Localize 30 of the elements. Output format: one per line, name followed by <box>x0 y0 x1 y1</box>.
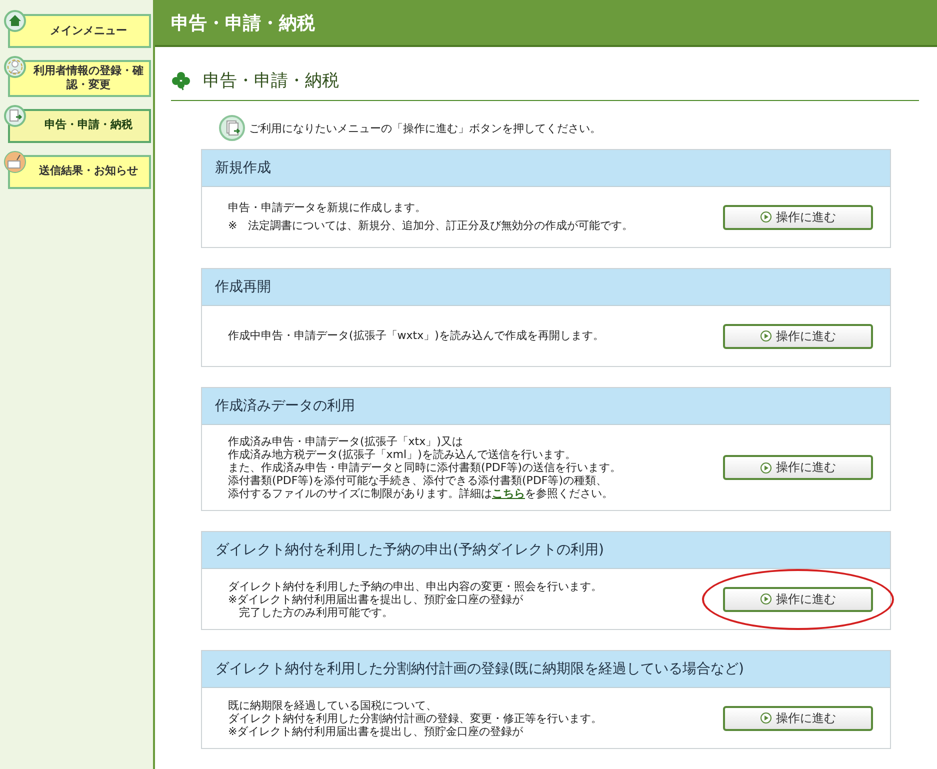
page-title: 申告・申請・納税 <box>203 70 339 92</box>
sidebar-item-icon <box>4 150 26 173</box>
section-title: ダイレクト納付を利用した予納の申出(予納ダイレクトの利用) <box>215 541 604 559</box>
section-description: ダイレクト納付を利用した予納の申出、申出内容の変更・照会を行います。 ※ダイレクト納付利用届出書を提出し、預貯金口座の登録が 完了した方のみ利用可能です。 <box>228 580 602 618</box>
play-icon <box>760 211 772 223</box>
section-description: 作成中申告・申請データ(拡張子「wxtx」)を読み込んで作成を再開します。 <box>228 328 604 344</box>
section-title: 作成済みデータの利用 <box>215 397 355 415</box>
proceed-button[interactable]: 操作に進む <box>723 706 873 730</box>
section-title: 新規作成 <box>215 159 271 177</box>
play-icon <box>760 712 772 724</box>
section-title: ダイレクト納付を利用した分割納付計画の登録(既に納期限を経過している場合など) <box>215 660 744 678</box>
section-description: 申告・申請データを新規に作成します。 ※ 法定調書については、新規分、追加分、訂正分及び無効分の作成が可能です。 <box>228 200 634 234</box>
sidebar-item-icon <box>4 56 26 78</box>
clover-icon <box>171 70 191 90</box>
header-title: 申告・申請・納税 <box>171 12 315 34</box>
play-icon <box>760 462 772 474</box>
document-icon <box>219 115 245 141</box>
play-icon <box>760 593 772 605</box>
sidebar-item-icon <box>4 104 26 127</box>
play-icon <box>760 330 772 342</box>
details-link[interactable]: こちら <box>492 487 525 500</box>
proceed-button[interactable]: 操作に進む <box>723 455 873 480</box>
proceed-button[interactable]: 操作に進む <box>723 586 873 612</box>
section-description: 作成済み申告・申請データ(拡張子「xtx」)又は 作成済み地方税データ(拡張子「xml」)を読み込んで送信を行います。 また、作成済み申告・申請データと同時に添付書類(PDF等)の送信を行います。 添付書類(PDF等)を添付可能な手続き、添付できる添付書類(PDF等)の種類、 添付するファイルのサイズに制限があります。詳細はこちら を参照ください。 <box>228 435 622 500</box>
sidebar-item-icon <box>4 10 26 32</box>
section-description: 既に納期限を経過している国税について、 ダイレクト納付を利用した分割納付計画の登録、変更・修正等を行います。 ※ダイレクト納付利用届出書を提出し、預貯金口座の登録が <box>228 698 602 738</box>
section-title: 作成再開 <box>215 278 271 296</box>
proceed-button[interactable]: 操作に進む <box>723 204 873 230</box>
instruction-text: ご利用になりたいメニューの「操作に進む」ボタンを押してください。 <box>249 120 601 136</box>
proceed-button[interactable]: 操作に進む <box>723 324 873 348</box>
